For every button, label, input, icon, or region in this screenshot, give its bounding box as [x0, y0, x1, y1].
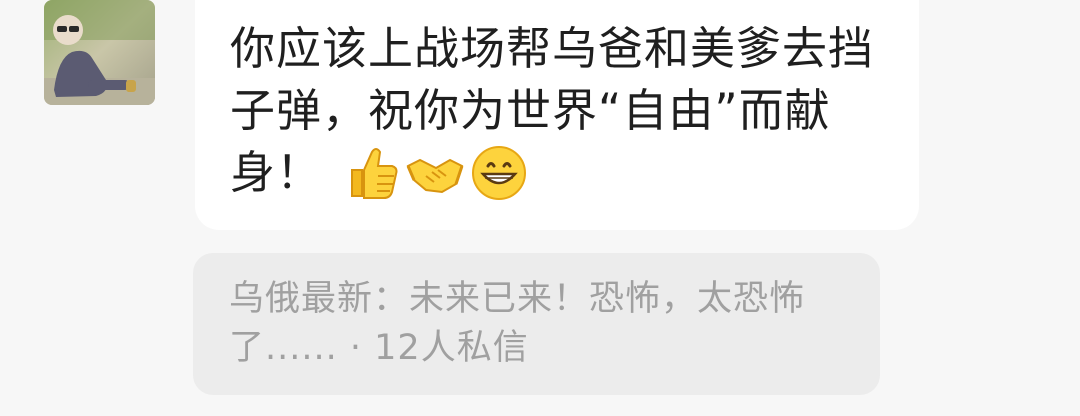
dm-count: 12人私信: [374, 328, 529, 368]
meta-separator: ·: [337, 328, 375, 368]
message-text: 你应该上战场帮乌爸和美爹去挡 子弹，祝你为世界“自由”而献 身！: [230, 18, 890, 204]
message-line-1: 你应该上战场帮乌爸和美爹去挡: [230, 22, 875, 75]
emoji-row: [342, 144, 528, 202]
thumbs-up-icon: [351, 148, 398, 199]
avatar-photo: [44, 0, 155, 105]
message-line-2: 子弹，祝你为世界“自由”而献: [230, 84, 831, 137]
quoted-post-text: 乌俄最新：未来已来！恐怖，太恐怖 了...... · 12人私信: [229, 275, 859, 373]
grinning-face-icon: [472, 146, 527, 200]
quoted-post-line-1: 乌俄最新：未来已来！恐怖，太恐怖: [229, 279, 806, 319]
avatar[interactable]: [44, 0, 155, 105]
message-bubble: 你应该上战场帮乌爸和美爹去挡 子弹，祝你为世界“自由”而献 身！: [195, 0, 919, 230]
handshake-icon: [406, 158, 464, 194]
message-line-3: 身！: [230, 146, 323, 199]
quoted-post-card[interactable]: 乌俄最新：未来已来！恐怖，太恐怖 了...... · 12人私信: [193, 253, 880, 395]
quoted-post-line-2: 了......: [229, 328, 338, 368]
